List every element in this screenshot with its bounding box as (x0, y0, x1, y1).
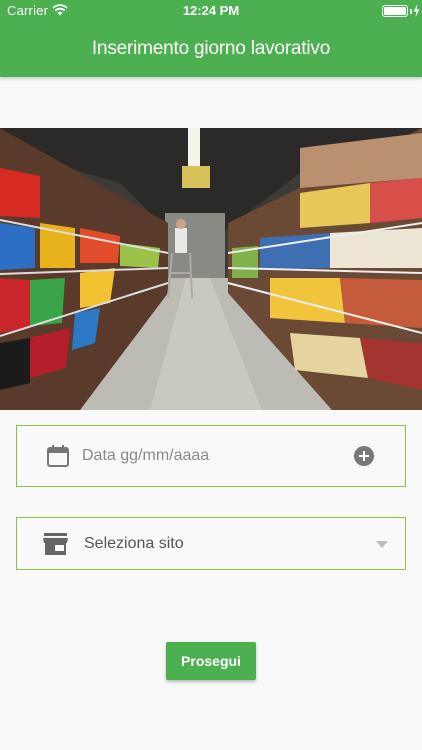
charging-bolt-icon (413, 4, 420, 17)
store-icon (43, 533, 68, 555)
calendar-icon (47, 445, 69, 467)
supermarket-aisle-photo (0, 128, 422, 410)
battery-icon (382, 5, 408, 17)
continue-button[interactable]: Prosegui (166, 642, 256, 680)
site-select[interactable]: Seleziona sito (16, 517, 406, 570)
add-circle-icon[interactable] (353, 445, 375, 467)
app-screen: Carrier 12:24 PM Inserimento giorno lavo… (0, 0, 422, 750)
header: Carrier 12:24 PM Inserimento giorno lavo… (0, 0, 422, 77)
battery-cap (410, 9, 412, 14)
date-placeholder: Data gg/mm/aaaa (82, 447, 210, 464)
page-title: Inserimento giorno lavorativo (91, 38, 331, 59)
site-select-label: Seleziona sito (84, 535, 184, 552)
clock: 12:24 PM (182, 3, 240, 18)
date-field[interactable]: Data gg/mm/aaaa (16, 425, 406, 487)
status-bar: Carrier 12:24 PM (0, 0, 422, 22)
dropdown-arrow-icon (376, 541, 388, 548)
